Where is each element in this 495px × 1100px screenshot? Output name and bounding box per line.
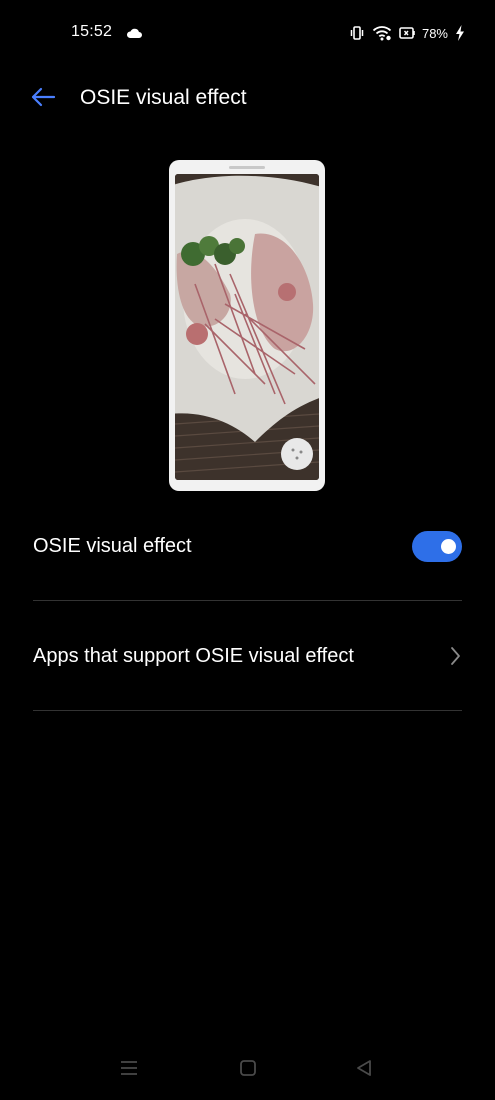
phone-notch <box>229 166 265 169</box>
charging-icon <box>455 25 465 41</box>
status-time: 15:52 <box>71 23 113 40</box>
apps-support-label: Apps that support OSIE visual effect <box>33 644 354 667</box>
back-triangle-icon <box>354 1058 374 1083</box>
vibrate-icon <box>349 25 365 41</box>
preview-image <box>175 174 319 480</box>
status-icons: 78% <box>349 23 465 43</box>
osie-toggle[interactable] <box>412 530 462 562</box>
preview-phone <box>169 160 325 491</box>
apps-support-row[interactable]: Apps that support OSIE visual effect <box>33 632 462 680</box>
page-title: OSIE visual effect <box>80 86 247 109</box>
wifi-icon <box>372 25 392 41</box>
home-icon <box>238 1058 258 1083</box>
navigation-bar <box>0 1050 495 1090</box>
toggle-knob <box>441 538 456 554</box>
home-button[interactable] <box>236 1058 260 1082</box>
back-button[interactable] <box>27 84 59 114</box>
osie-setting-row: OSIE visual effect <box>33 522 462 570</box>
battery-saver-icon <box>399 26 415 40</box>
battery-percentage: 78% <box>421 25 448 41</box>
arrow-left-icon <box>30 87 56 112</box>
status-bar: 15:52 78% <box>0 0 495 66</box>
menu-button[interactable] <box>117 1058 141 1082</box>
chevron-right-icon <box>448 646 462 666</box>
back-nav-button[interactable] <box>352 1058 376 1082</box>
divider <box>33 710 462 711</box>
menu-icon <box>119 1059 139 1082</box>
divider <box>33 600 462 601</box>
cloud-icon <box>126 26 142 38</box>
osie-setting-label: OSIE visual effect <box>33 534 192 557</box>
